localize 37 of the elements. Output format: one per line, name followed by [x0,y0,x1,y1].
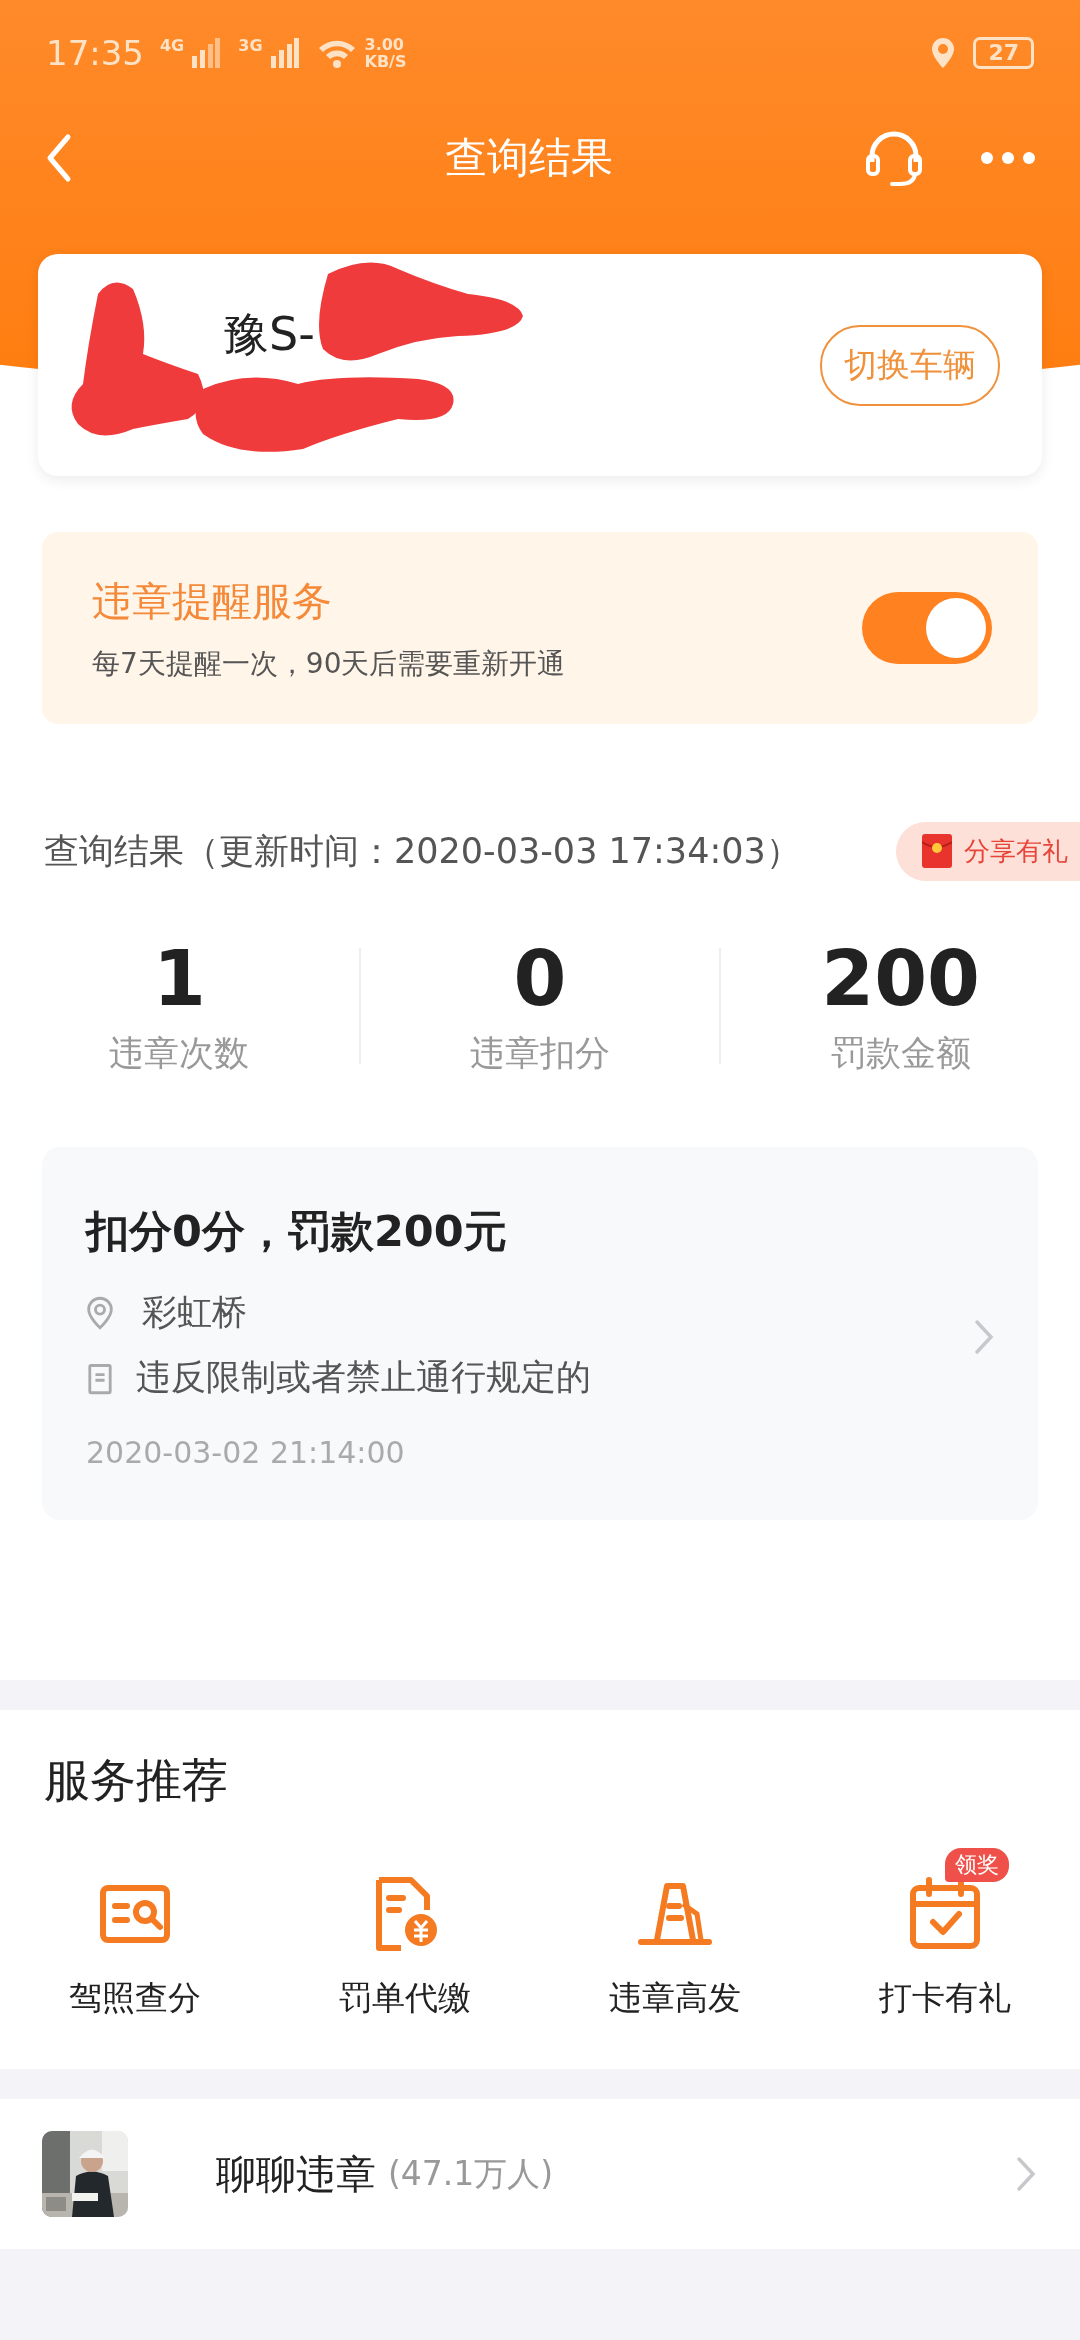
network-type-label: 3G [238,35,263,55]
violation-time: 2020-03-02 21:14:00 [86,1435,406,1470]
chat-row[interactable]: 聊聊违章 (47.1万人) [0,2099,1080,2249]
battery-icon: 27 [973,37,1034,69]
service-item[interactable]: 驾照查分 [0,1842,270,2021]
reminder-title: 违章提醒服务 [92,576,333,626]
stat-label: 违章扣分 [470,1032,610,1075]
network-speed: 3.00 KB/S [364,36,407,70]
violation-location: 彩虹桥 [142,1291,247,1334]
stat-label: 违章次数 [109,1032,250,1075]
violation-title: 扣分0分，罚款200元 [86,1205,508,1258]
more-icon[interactable] [980,151,1036,165]
page-title: 查询结果 [444,132,614,184]
chevron-right-icon [974,1318,994,1355]
participant-count: (47.1万人) [388,2152,554,2195]
chat-title: 聊聊违章 [216,2149,376,2199]
service-item[interactable]: 罚单代缴 [270,1842,540,2021]
stat-value: 1 [152,934,206,1024]
plate-number: 豫S- [223,306,316,363]
location-icon [86,1295,114,1330]
stat-label: 罚款金额 [830,1032,971,1075]
result-heading: 查询结果（更新时间：2020-03-03 17:34:03） [44,829,802,873]
service-item[interactable]: 违章高发 [540,1842,810,2021]
reward-badge: 领奖 [945,1848,1009,1882]
signal-icon [270,38,299,68]
signal-icon [192,38,221,68]
reminder-description: 每7天提醒一次，90天后需要重新开通 [92,645,567,682]
stat-value: 0 [513,934,567,1024]
stat-value: 200 [821,934,980,1024]
section-title: 服务推荐 [43,1752,229,1809]
network-type-label: 4G [160,35,185,55]
violation-reason: 违反限制或者禁止通行规定的 [136,1356,591,1399]
status-time: 17:35 [46,33,144,73]
chevron-right-icon [1016,2156,1036,2192]
violation-card[interactable]: 扣分0分，罚款200元 彩虹桥 违反限制或者禁止通行规定的 2020-03-02 21:14:00 [42,1147,1038,1520]
service-item[interactable]: 领奖 打卡有礼 [810,1842,1080,2021]
location-icon [931,38,956,68]
